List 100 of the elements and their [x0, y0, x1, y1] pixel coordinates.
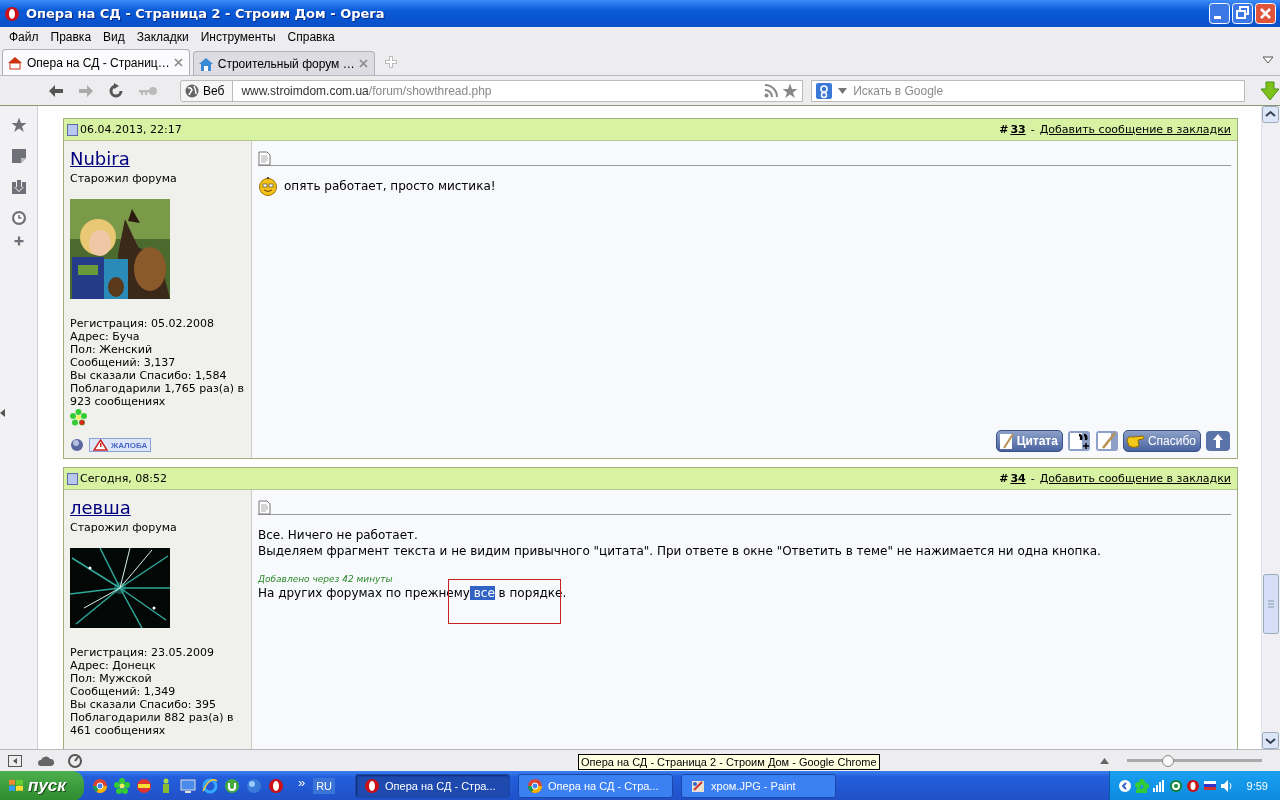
dropdown-caret-icon	[838, 87, 848, 94]
bookmark-link[interactable]: Добавить сообщение в закладки	[1039, 472, 1231, 485]
close-icon[interactable]	[173, 58, 183, 67]
author-stat: Поблагодарили 1,765 раз(а) в 923 сообщениях	[70, 382, 246, 408]
post-text: Все. Ничего не работает.	[258, 527, 419, 543]
feed-icon[interactable]	[764, 83, 779, 98]
expand-up-icon[interactable]	[1100, 757, 1109, 764]
post-icon	[67, 123, 78, 136]
opera-logo-icon	[4, 5, 20, 22]
multiquote-button[interactable]	[1066, 430, 1091, 452]
search-field[interactable]: Искать в Google	[811, 79, 1245, 102]
author-stat: Поблагодарили 882 раз(а) в 461 сообщениях	[70, 711, 235, 737]
report-button[interactable]: ЖАЛОБА	[89, 438, 152, 452]
add-panel-icon[interactable]	[12, 235, 25, 247]
house-icon	[7, 54, 23, 71]
chrome-icon	[527, 778, 544, 794]
language-indicator[interactable]: RU	[313, 778, 336, 794]
browser-e-icon[interactable]	[201, 778, 218, 794]
reload-icon[interactable]	[108, 82, 124, 99]
ring-icon[interactable]	[1168, 779, 1183, 793]
tooltip: Опера на СД - Страница 2 - Строим Дом - Google Chrome	[578, 754, 880, 770]
clock-icon[interactable]	[10, 210, 27, 226]
bookmark-link[interactable]: Добавить сообщение в закладки	[1039, 123, 1231, 136]
author-stat: Вы сказали Спасибо: 1,584	[70, 369, 228, 382]
menu-item[interactable]: Закладки	[130, 30, 195, 44]
post-date: 06.04.2013, 22:17	[80, 123, 183, 136]
note-icon[interactable]	[10, 148, 27, 164]
panel-toggle-icon[interactable]	[8, 754, 22, 767]
post-text: Выделяем фрагмент текста и не видим привычного "цитата". При ответе в окне "Ответить в теме" не нажимается ни одна кнопка.	[258, 543, 1102, 559]
close-button[interactable]	[1255, 3, 1276, 24]
scroll-up-button[interactable]	[1205, 430, 1231, 452]
author-stat: Пол: Женский	[70, 343, 154, 356]
taskbar-button[interactable]: Опера на СД - Стра...	[518, 774, 674, 798]
author-stat: Адрес: Донецк	[70, 659, 157, 672]
browser-tab[interactable]: Строительный форум …	[192, 51, 375, 75]
warning-icon	[93, 439, 108, 451]
author-name-link[interactable]: левша	[70, 497, 131, 519]
document-icon	[258, 151, 271, 166]
minimize-button[interactable]	[1209, 3, 1230, 24]
edit-note: Добавлено через 42 минуты	[258, 573, 394, 585]
close-icon[interactable]	[358, 59, 368, 68]
download-arrow-icon[interactable]	[1260, 80, 1280, 101]
signal-bars-icon[interactable]	[1151, 779, 1166, 793]
post-number-sign: #	[999, 472, 1009, 485]
thanks-button[interactable]: Спасибо	[1122, 430, 1201, 452]
address-field[interactable]: www.stroimdom.com.ua/forum/showthread.php	[232, 79, 804, 102]
separator: -	[1030, 472, 1035, 485]
menu-item[interactable]: Правка	[44, 30, 98, 44]
more-button[interactable]: »	[297, 774, 306, 790]
scrollbar-thumb[interactable]	[1263, 574, 1279, 634]
collapse-arrow-icon[interactable]	[0, 409, 5, 417]
post-number-link[interactable]: 34	[1010, 472, 1026, 485]
post-date: Сегодня, 08:52	[80, 472, 169, 485]
cloud-icon[interactable]	[38, 755, 54, 766]
restore-button[interactable]	[1232, 3, 1253, 24]
window-title: Опера на СД - Страница 2 - Строим Дом - Opera	[26, 6, 386, 21]
back-icon[interactable]	[48, 83, 64, 98]
status-dot-icon	[70, 438, 84, 452]
scroll-up-icon[interactable]	[1262, 106, 1279, 123]
post-number-link[interactable]: 33	[1010, 123, 1026, 136]
author-stat: Вы сказали Спасибо: 395	[70, 698, 217, 711]
browser-tab[interactable]: Опера на СД - Страниц…	[2, 49, 190, 75]
pointing-hand-icon	[1125, 432, 1146, 450]
search-input[interactable]: Искать в Google	[853, 83, 1240, 98]
download-tray-icon[interactable]	[10, 179, 27, 195]
menu-item[interactable]: Справка	[281, 30, 341, 44]
author-stat: Сообщений: 3,137	[70, 356, 177, 369]
author-rank: Старожил форума	[70, 521, 178, 534]
taskbar-button[interactable]: хром.JPG - Paint	[681, 774, 837, 798]
quote-button[interactable]: Цитата	[995, 430, 1063, 452]
post-number-sign: #	[999, 123, 1009, 136]
separator: -	[1030, 123, 1035, 136]
bookmarks-star-icon[interactable]	[10, 117, 27, 133]
author-name-link[interactable]: Nubira	[70, 148, 130, 170]
paint-icon	[690, 778, 707, 794]
speedometer-icon[interactable]	[68, 753, 82, 768]
flag-icon[interactable]	[1202, 779, 1217, 793]
post-text: опять работает, просто мистика!	[284, 179, 496, 193]
chrome-icon[interactable]	[91, 778, 108, 794]
opera-icon	[364, 778, 381, 794]
google-g-icon	[816, 82, 833, 99]
torrent-icon[interactable]	[223, 778, 240, 794]
smiley-icon	[258, 176, 278, 196]
opera-icon[interactable]	[1185, 779, 1200, 793]
monitor-icon[interactable]	[179, 778, 196, 794]
tab-menu-icon[interactable]	[1262, 56, 1274, 64]
star-icon[interactable]	[782, 82, 799, 99]
opera-icon[interactable]	[267, 778, 284, 794]
menu-item[interactable]: Инструменты	[194, 30, 282, 44]
scroll-down-icon[interactable]	[1262, 732, 1279, 749]
taskbar-button[interactable]: Опера на СД - Стра...	[355, 774, 511, 798]
slider-thumb[interactable]	[1161, 754, 1174, 767]
menu-item[interactable]: Вид	[97, 30, 131, 44]
clock: 9:59	[1246, 780, 1268, 792]
web-scope-button[interactable]: Веб	[180, 79, 234, 102]
sphere-icon[interactable]	[245, 778, 262, 794]
author-rank: Старожил форума	[70, 172, 178, 185]
author-stat: Регистрация: 23.05.2009	[70, 646, 215, 659]
flower-icon[interactable]	[113, 778, 130, 794]
menu-item[interactable]: Файл	[3, 30, 45, 44]
